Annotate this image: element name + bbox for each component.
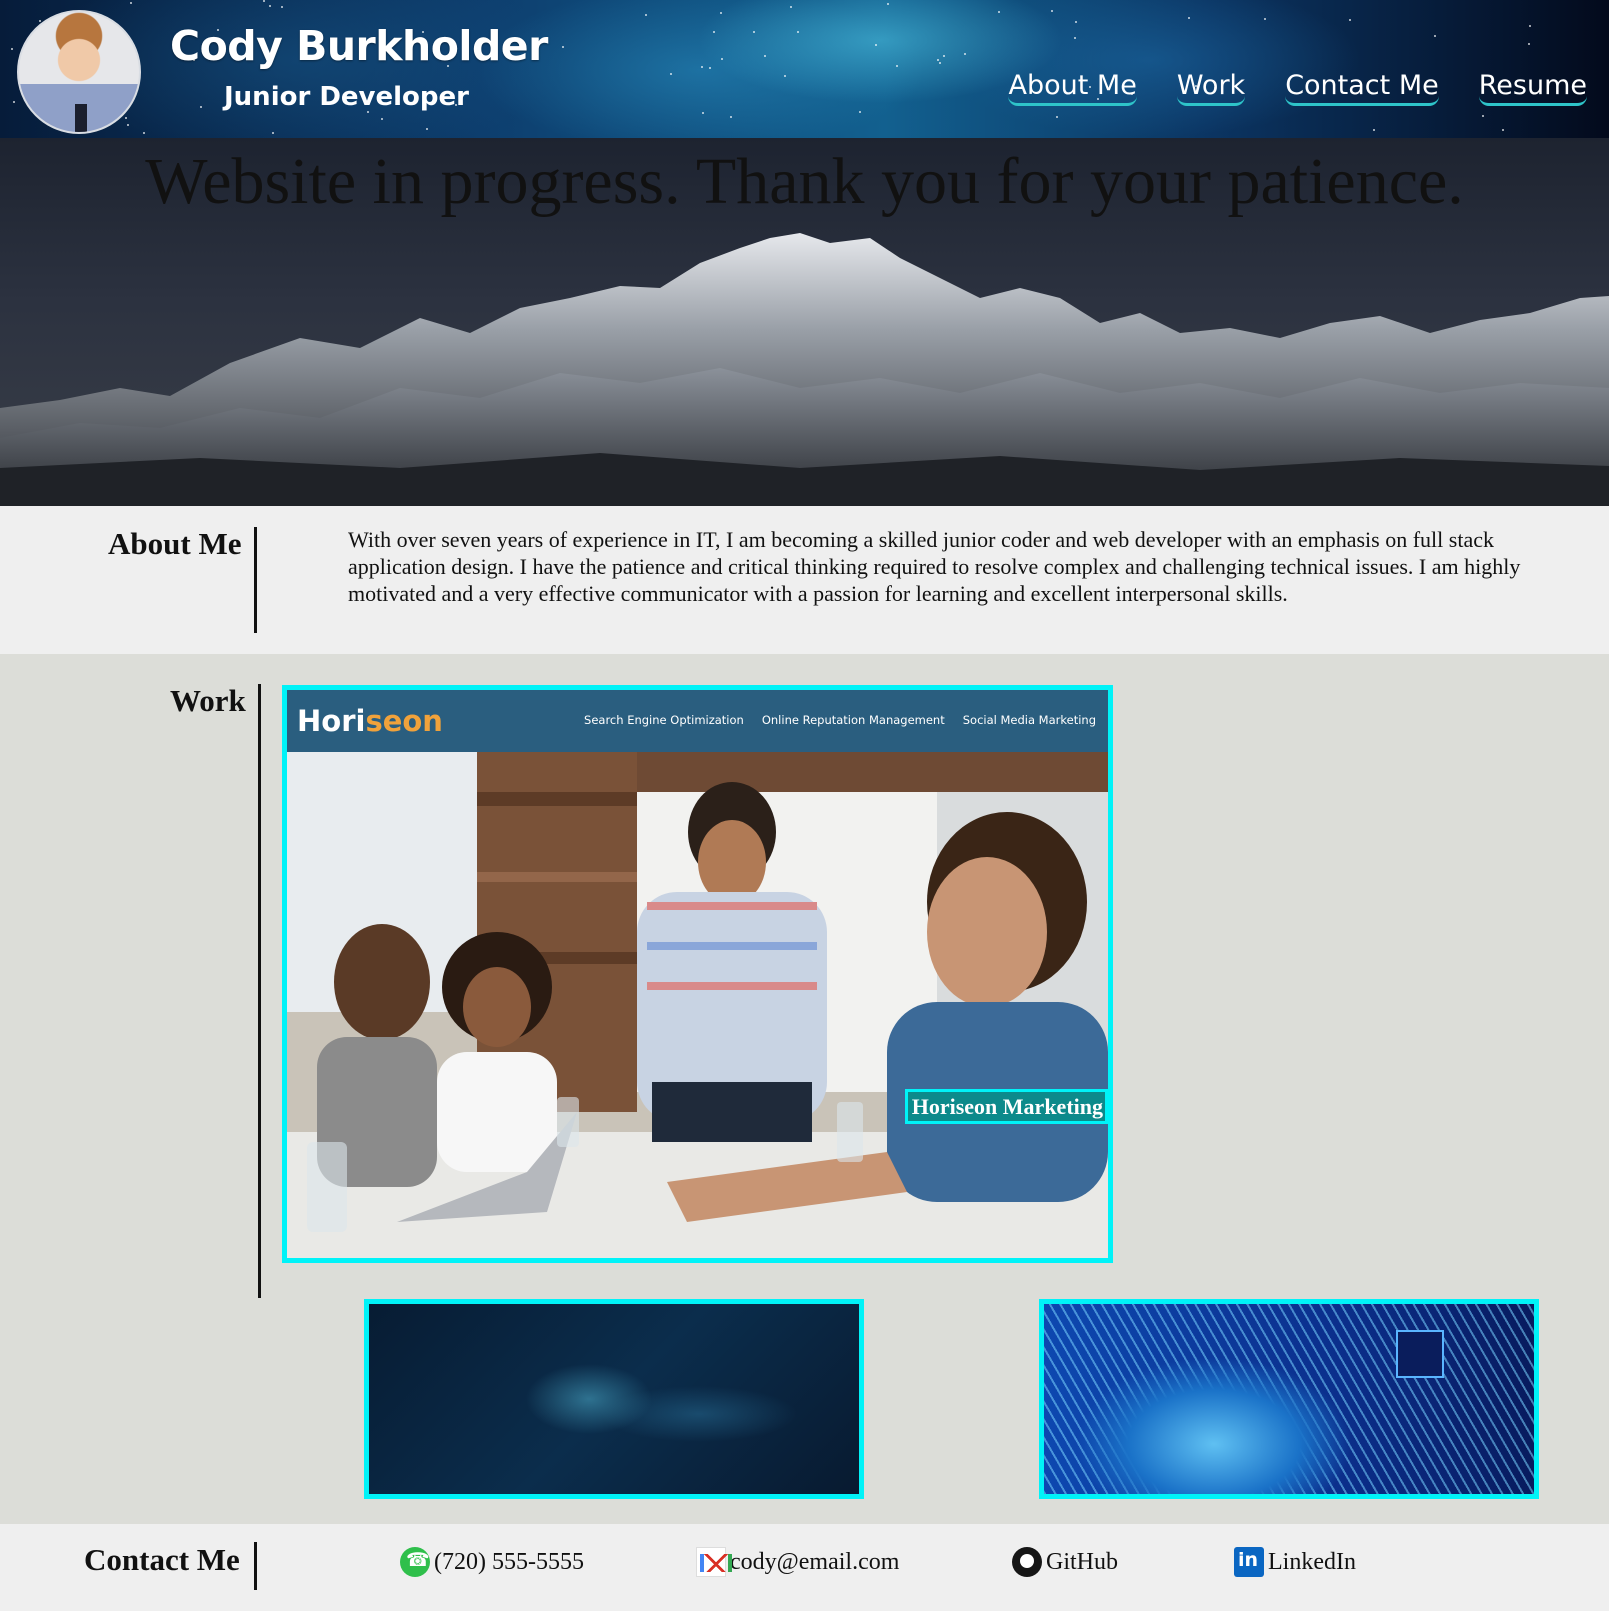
star-dot	[701, 66, 703, 68]
hero-title: Website in progress. Thank you for your …	[145, 145, 1464, 218]
about-section: About Me With over seven years of experi…	[0, 506, 1609, 654]
horiseon-logo: Horiseon	[297, 704, 443, 738]
contact-phone[interactable]: (720) 555-5555	[400, 1547, 584, 1577]
star-dot	[859, 111, 861, 113]
about-heading: About Me	[108, 526, 242, 561]
star-dot	[875, 44, 877, 46]
star-dot	[784, 75, 786, 77]
star-dot	[200, 106, 202, 108]
nav-work[interactable]: Work	[1176, 70, 1246, 106]
star-dot	[1074, 37, 1076, 39]
star-dot	[381, 118, 383, 120]
star-dot	[1482, 115, 1484, 117]
star-dot	[797, 31, 799, 33]
hero-banner: Website in progress. Thank you for your …	[0, 138, 1609, 506]
star-dot	[937, 59, 939, 61]
contact-divider	[254, 1542, 257, 1590]
contact-github[interactable]: GitHub	[1012, 1547, 1118, 1577]
project-card-2[interactable]	[364, 1299, 864, 1499]
nav-contact-me[interactable]: Contact Me	[1285, 70, 1439, 106]
work-divider	[258, 684, 261, 1298]
star-dot	[709, 67, 711, 69]
star-dot	[269, 5, 271, 7]
star-dot	[790, 6, 792, 8]
contact-github-label: GitHub	[1046, 1548, 1118, 1575]
linkedin-icon	[1234, 1547, 1264, 1577]
star-dot	[1349, 19, 1351, 21]
contact-phone-label: (720) 555-5555	[434, 1548, 584, 1575]
project-card-horiseon[interactable]: Horiseon Search Engine Optimization Onli…	[282, 685, 1113, 1263]
contact-email-label: cody@email.com	[730, 1548, 900, 1575]
star-dot	[721, 58, 723, 60]
star-dot	[272, 132, 274, 134]
horiseon-link-orm: Online Reputation Management	[761, 713, 945, 727]
star-dot	[1188, 17, 1190, 19]
about-divider	[254, 527, 257, 633]
project-caption: Horiseon Marketing	[904, 1089, 1108, 1124]
star-dot	[998, 11, 1000, 13]
star-dot	[939, 62, 941, 64]
avatar	[17, 10, 141, 134]
star-dot	[281, 6, 283, 8]
star-dot	[11, 48, 13, 50]
star-dot	[13, 101, 15, 103]
github-icon	[1012, 1547, 1042, 1577]
site-name: Cody Burkholder	[170, 22, 548, 70]
star-dot	[943, 55, 945, 57]
star-dot	[125, 117, 127, 119]
star-dot	[887, 3, 889, 5]
star-dot	[1529, 25, 1531, 27]
work-heading: Work	[170, 683, 246, 718]
star-dot	[764, 55, 766, 57]
star-dot	[720, 12, 722, 14]
contact-heading: Contact Me	[84, 1542, 240, 1577]
phone-icon	[400, 1547, 430, 1577]
contact-linkedin[interactable]: LinkedIn	[1234, 1547, 1356, 1577]
contact-email[interactable]: cody@email.com	[696, 1547, 899, 1577]
main-nav: About Me Work Contact Me Resume	[1008, 70, 1587, 106]
star-dot	[645, 14, 647, 16]
nav-about-me[interactable]: About Me	[1008, 70, 1137, 106]
site-role: Junior Developer	[224, 82, 469, 112]
star-dot	[713, 31, 715, 33]
star-dot	[702, 112, 704, 114]
star-dot	[1075, 21, 1077, 23]
horiseon-logo-hori: Hori	[297, 704, 366, 738]
horiseon-logo-seon: seon	[365, 704, 443, 738]
star-dot	[670, 73, 672, 75]
star-dot	[426, 128, 428, 130]
star-dot	[896, 65, 898, 67]
work-section: Work Horiseon Search Engine Optimization…	[0, 654, 1609, 1524]
contact-linkedin-label: LinkedIn	[1268, 1548, 1356, 1575]
star-dot	[562, 46, 564, 48]
nav-resume[interactable]: Resume	[1478, 70, 1587, 106]
horiseon-team-photo	[287, 752, 1108, 1258]
star-dot	[1434, 35, 1436, 37]
horiseon-header-bar: Horiseon Search Engine Optimization Onli…	[287, 690, 1108, 752]
star-dot	[964, 53, 966, 55]
star-dot	[1502, 129, 1504, 131]
horiseon-link-smm: Social Media Marketing	[962, 713, 1096, 727]
star-dot	[130, 2, 132, 4]
horiseon-link-seo: Search Engine Optimization	[584, 713, 744, 727]
star-dot	[753, 31, 755, 33]
gmail-icon	[696, 1547, 732, 1577]
about-text: With over seven years of experience in I…	[348, 527, 1521, 606]
star-dot	[1264, 18, 1266, 20]
contact-section: Contact Me (720) 555-5555 cody@email.com…	[0, 1524, 1609, 1611]
star-dot	[1528, 43, 1530, 45]
star-dot	[143, 132, 145, 134]
star-dot	[1051, 10, 1053, 12]
star-dot	[1056, 116, 1058, 118]
star-dot	[730, 116, 732, 118]
star-dot	[127, 124, 129, 126]
project-card-3[interactable]	[1039, 1299, 1539, 1499]
star-dot	[1373, 129, 1375, 131]
horiseon-nav: Search Engine Optimization Online Reputa…	[584, 713, 1096, 727]
star-dot	[263, 0, 265, 2]
circuit-chip	[1396, 1330, 1444, 1378]
site-header: Cody Burkholder Junior Developer About M…	[0, 0, 1609, 138]
